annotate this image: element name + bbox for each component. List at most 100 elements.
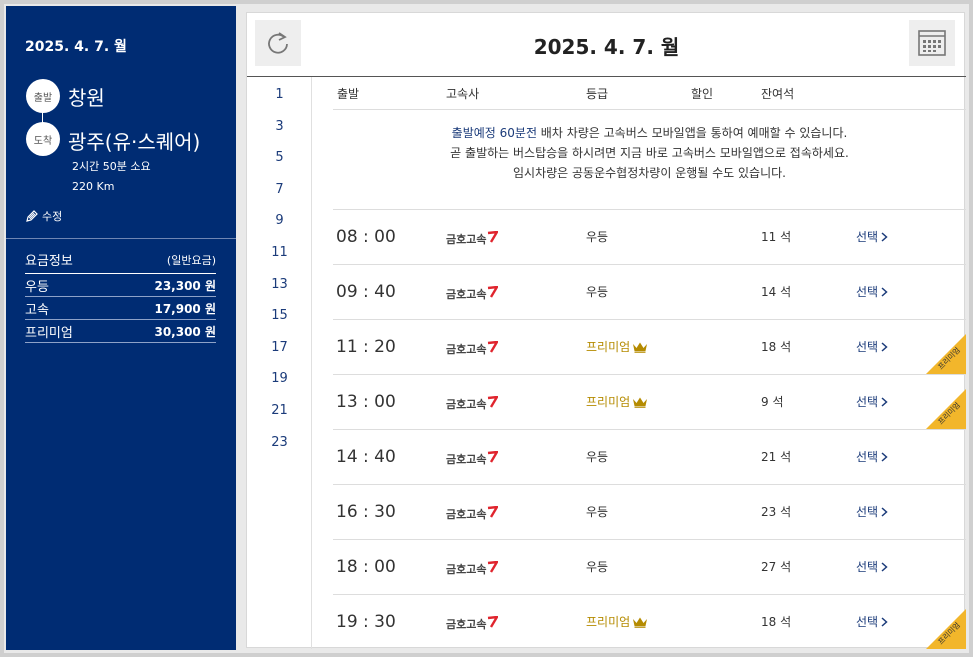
chevron-right-icon: [881, 286, 888, 297]
chevron-right-icon: [881, 231, 888, 242]
bus-grade: 우등: [586, 503, 608, 520]
page-title: 2025. 4. 7. 월: [533, 35, 680, 59]
kumho-logo-icon: [488, 506, 499, 518]
departure-time: 11 : 20: [336, 337, 396, 357]
col-departure: 출발: [337, 87, 360, 101]
hour-filter-item[interactable]: 3: [247, 119, 312, 134]
calendar-button[interactable]: [909, 20, 955, 66]
bus-grade-label: 우등: [586, 230, 609, 244]
fare-row: 고속 17,900 원: [25, 297, 216, 320]
schedule-row: 19 : 30 금호고속 프리미엄 18 석 선택 프리미엄: [333, 594, 966, 649]
fare-header: 요금정보 (일반요금): [25, 250, 216, 274]
chevron-right-icon: [881, 451, 888, 462]
select-button[interactable]: 선택: [856, 503, 888, 520]
bus-grade-label: 우등: [586, 505, 609, 519]
hour-filter-item[interactable]: 21: [247, 403, 312, 418]
remaining-seats: 18 석: [761, 615, 792, 629]
hour-filter-item[interactable]: 23: [247, 435, 312, 450]
select-label: 선택: [856, 285, 879, 299]
select-button[interactable]: 선택: [856, 283, 888, 300]
departure-time: 16 : 30: [336, 502, 396, 522]
hour-filter-item[interactable]: 7: [247, 182, 312, 197]
pencil-icon: [26, 210, 38, 222]
crown-icon: [633, 342, 648, 353]
bus-company-name: 금호고속: [446, 233, 487, 246]
remaining-seats: 27 석: [761, 560, 792, 574]
bus-company-name: 금호고속: [446, 453, 487, 466]
fare-row: 프리미엄 30,300 원: [25, 320, 216, 343]
route-summary-panel: 2025. 4. 7. 월 출발 창원 도착 광주(유·스퀘어) 2시간 50분…: [6, 6, 236, 650]
bus-grade: 프리미엄: [586, 393, 648, 410]
calendar-icon: [918, 30, 946, 56]
hour-filter-list: 1 3 5 7 9 11 13 15 17 19 21 23: [247, 77, 312, 649]
select-button[interactable]: 선택: [856, 393, 888, 410]
fare-subtitle: (일반요금): [166, 254, 216, 267]
schedule-row: 16 : 30 금호고속 우등 23 석 선택: [333, 484, 966, 539]
bus-company-name: 금호고속: [446, 563, 487, 576]
booking-notice: 출발예정 60분전 배차 차량은 고속버스 모바일앱을 통하여 예매할 수 있습…: [333, 123, 966, 183]
departure-badge: 출발: [26, 79, 60, 113]
hour-filter-item[interactable]: 9: [247, 213, 312, 228]
crown-icon: [633, 617, 648, 628]
kumho-logo-icon: [488, 561, 499, 573]
departure-time: 19 : 30: [336, 612, 396, 632]
hour-filter-item[interactable]: 13: [247, 277, 312, 292]
bus-grade-label: 프리미엄: [586, 395, 631, 409]
bus-grade-label: 우등: [586, 285, 609, 299]
bus-grade-label: 프리미엄: [586, 340, 631, 354]
sidebar-divider: [6, 238, 236, 239]
hour-filter-item[interactable]: 1: [247, 87, 312, 102]
chevron-right-icon: [881, 616, 888, 627]
select-button[interactable]: 선택: [856, 448, 888, 465]
sidebar-date: 2025. 4. 7. 월: [25, 39, 127, 55]
bus-company: 금호고속: [446, 231, 499, 247]
col-company: 고속사: [446, 87, 480, 101]
notice-highlight: 출발예정 60분전: [451, 126, 537, 140]
bus-grade: 프리미엄: [586, 613, 648, 630]
hour-filter-item[interactable]: 11: [247, 245, 312, 260]
select-button[interactable]: 선택: [856, 338, 888, 355]
schedule-row: 18 : 00 금호고속 우등 27 석 선택: [333, 539, 966, 594]
notice-line2: 곧 출발하는 버스탑승을 하시려면 지금 바로 고속버스 모바일앱으로 접속하세…: [450, 146, 849, 160]
edit-route-button[interactable]: 수정: [25, 208, 62, 224]
bus-grade: 프리미엄: [586, 338, 648, 355]
chevron-right-icon: [881, 506, 888, 517]
bus-grade: 우등: [586, 558, 608, 575]
trip-duration: 2시간 50분 소요: [72, 160, 151, 173]
col-grade: 등급: [586, 87, 609, 101]
select-label: 선택: [856, 230, 879, 244]
remaining-seats: 14 석: [761, 285, 792, 299]
premium-ribbon: 프리미엄: [926, 334, 966, 374]
bus-grade: 우등: [586, 448, 608, 465]
select-button[interactable]: 선택: [856, 613, 888, 630]
departure-time: 14 : 40: [336, 447, 396, 467]
kumho-logo-icon: [488, 341, 499, 353]
hour-filter-item[interactable]: 15: [247, 308, 312, 323]
departure-time: 08 : 00: [336, 227, 396, 247]
remaining-seats: 23 석: [761, 505, 792, 519]
select-button[interactable]: 선택: [856, 228, 888, 245]
hour-filter-item[interactable]: 17: [247, 340, 312, 355]
fare-grade: 고속: [25, 302, 49, 318]
fare-amount: 17,900 원: [154, 301, 216, 316]
premium-ribbon: 프리미엄: [926, 389, 966, 429]
bus-company-name: 금호고속: [446, 288, 487, 301]
select-label: 선택: [856, 505, 879, 519]
select-button[interactable]: 선택: [856, 558, 888, 575]
departure-city: 창원: [68, 86, 105, 110]
schedule-row: 14 : 40 금호고속 우등 21 석 선택: [333, 429, 966, 484]
bus-company: 금호고속: [446, 506, 499, 522]
kumho-logo-icon: [488, 396, 499, 408]
departure-time: 13 : 00: [336, 392, 396, 412]
bus-company: 금호고속: [446, 561, 499, 577]
fare-grade: 우등: [25, 279, 49, 295]
kumho-logo-icon: [488, 451, 499, 463]
bus-company: 금호고속: [446, 341, 499, 357]
remaining-seats: 9 석: [761, 395, 784, 409]
premium-ribbon: 프리미엄: [926, 609, 966, 649]
hour-filter-item[interactable]: 5: [247, 150, 312, 165]
hour-filter-item[interactable]: 19: [247, 371, 312, 386]
fare-amount: 30,300 원: [154, 324, 216, 339]
schedule-topbar: 2025. 4. 7. 월: [247, 13, 966, 77]
remaining-seats: 18 석: [761, 340, 792, 354]
